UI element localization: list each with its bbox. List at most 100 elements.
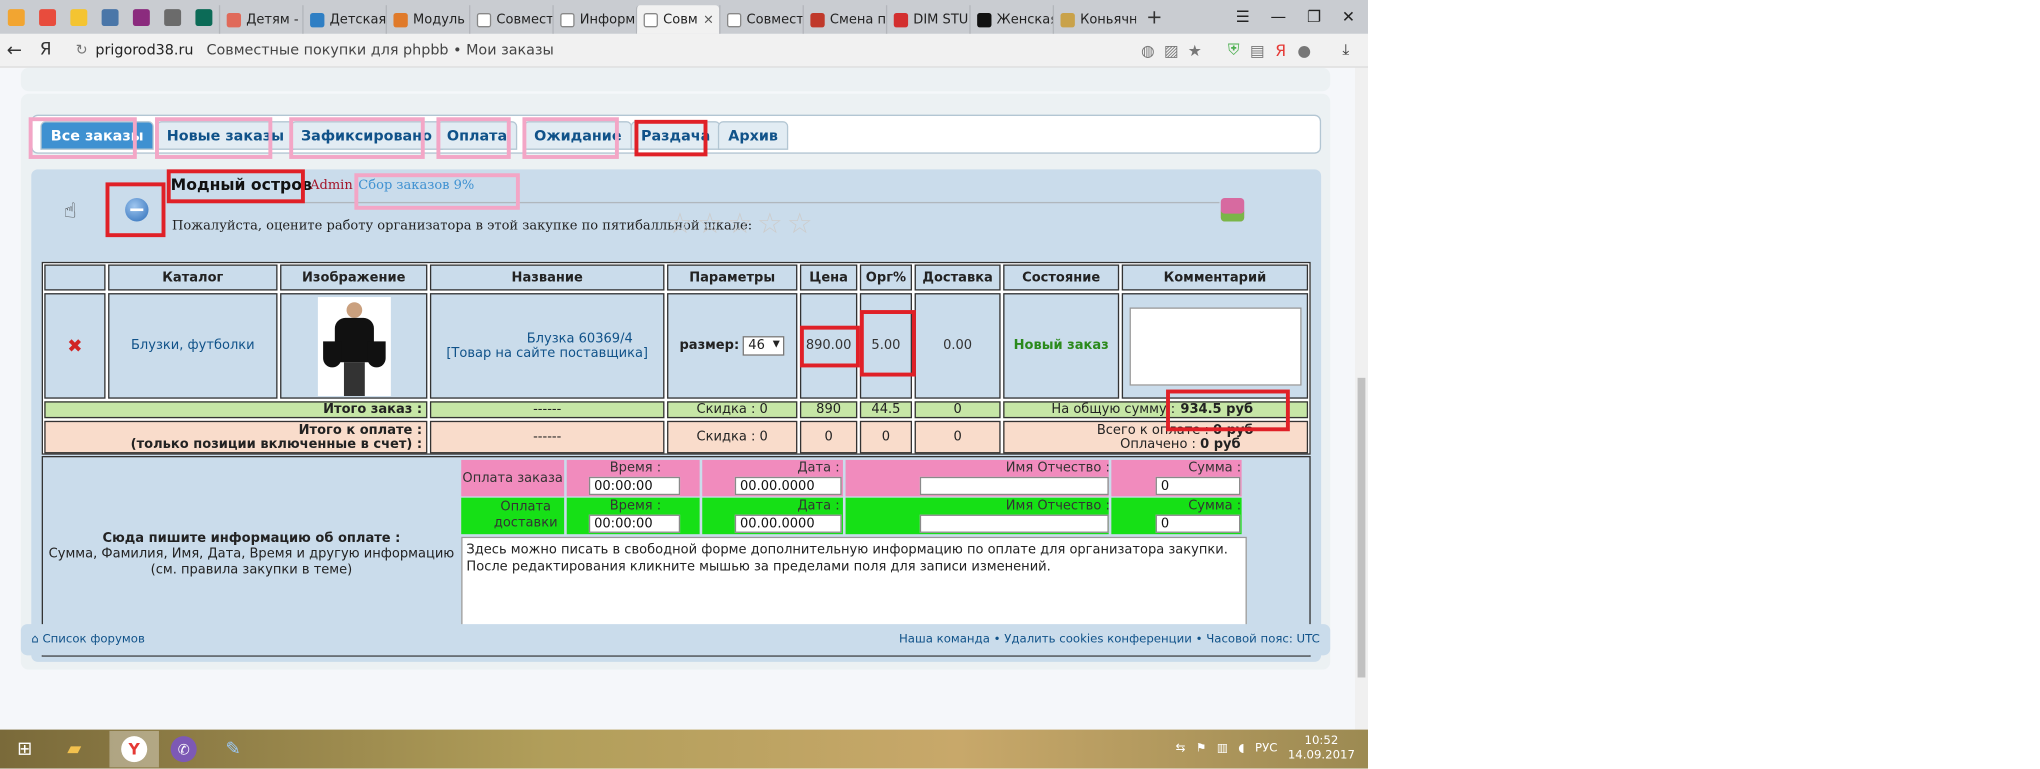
flag-icon[interactable]: ⚑ <box>1196 743 1207 756</box>
order-time-input[interactable]: 00:00:00 <box>588 476 681 496</box>
star-icon-2[interactable]: ☆ <box>697 210 726 240</box>
back-arrow-icon[interactable]: ← <box>0 40 29 61</box>
shop-name[interactable]: Модный остров <box>171 176 312 194</box>
order-date-input[interactable]: 00.00.0000 <box>734 476 842 496</box>
volume-icon[interactable]: ◖ <box>1238 743 1244 756</box>
scrollbar-thumb[interactable] <box>1357 377 1366 678</box>
url-host[interactable]: prigorod38.ru <box>95 42 193 59</box>
collapse-icon[interactable] <box>125 198 149 222</box>
clock[interactable]: 10:52 14.09.2017 <box>1288 735 1355 764</box>
pinned-tab[interactable] <box>31 0 62 34</box>
collection-link[interactable]: Сбор заказов 9% <box>358 178 474 192</box>
product-image[interactable] <box>317 296 391 396</box>
bookmark-star-icon[interactable]: ★ <box>1183 38 1206 61</box>
payment-info: Сюда пишите информацию об оплате : Сумма… <box>47 532 456 579</box>
browser-tab[interactable]: Совмест <box>469 5 552 34</box>
date-label: Дата : <box>797 461 840 476</box>
total-order-dashes: ------ <box>429 401 665 419</box>
tab-archive[interactable]: Архив <box>717 121 789 150</box>
order-payment-label: Оплата заказа <box>461 459 565 497</box>
delivery-date-input[interactable]: 00.00.0000 <box>734 514 842 533</box>
comment-textarea[interactable] <box>1128 306 1301 385</box>
pinned-tab[interactable] <box>94 0 125 34</box>
delete-icon[interactable]: ✖ <box>44 293 106 399</box>
shield-icon[interactable]: ⛨ <box>1222 38 1245 61</box>
delivery-name-input[interactable] <box>919 514 1109 533</box>
tab-favicon <box>726 12 742 27</box>
browser-tab[interactable]: Детская <box>302 5 386 34</box>
browser-tab-active[interactable]: Совм × <box>635 5 720 34</box>
refresh-icon[interactable]: ↻ <box>76 42 88 59</box>
tab-waiting[interactable]: Ожидание <box>523 121 633 150</box>
browser-tab[interactable]: Модуль <box>385 5 469 34</box>
privacy-icon[interactable]: ◍ <box>1136 38 1159 61</box>
network-icon[interactable]: ▥ <box>1217 743 1228 756</box>
tab-payment[interactable]: Оплата <box>436 121 518 150</box>
browser-tab[interactable]: Смена п <box>802 5 886 34</box>
tab-distribution[interactable]: Раздача <box>630 121 721 150</box>
pinned-tab[interactable] <box>63 0 94 34</box>
footer-links[interactable]: Наша команда • Удалить cookies конференц… <box>899 633 1320 646</box>
gift-icon[interactable] <box>1220 198 1245 222</box>
page-scrollbar[interactable] <box>1354 67 1368 730</box>
browser-tab[interactable]: Детям - <box>218 5 302 34</box>
windows-taskbar: ⊞ ▰ Y ✆ ✎ ⇆ ⚑ ▥ ◖ РУС 10:52 14.09.2017 <box>0 729 1368 769</box>
admin-link[interactable]: Admin <box>310 178 353 192</box>
delivery-time-input[interactable]: 00:00:00 <box>588 514 681 533</box>
menu-icon[interactable]: ☰ <box>1236 8 1250 26</box>
product-name[interactable]: Блузка 60369/4 <box>527 332 633 346</box>
close-window-icon[interactable]: ✕ <box>1342 8 1355 26</box>
tab-new-orders[interactable]: Новые заказы <box>156 121 295 150</box>
yandex-browser-icon[interactable]: Y <box>109 730 159 768</box>
supplier-link[interactable]: [Товар на сайте поставщика] <box>446 346 648 360</box>
size-select[interactable]: 46 ▼ <box>743 336 785 356</box>
restore-icon[interactable]: ❐ <box>1307 8 1321 26</box>
teamviewer-icon[interactable]: ⇆ <box>1176 743 1186 756</box>
hand-pointer-icon[interactable]: ☝ <box>64 198 77 223</box>
lightbulb-icon[interactable]: ● <box>1292 38 1315 61</box>
total-order-label: Итого заказ : <box>44 401 428 419</box>
url-page-title[interactable]: Совместные покупки для phpbb • Мои заказ… <box>206 42 553 59</box>
browser-tab[interactable]: Совмест <box>719 5 803 34</box>
star-icon-1[interactable]: ☆ <box>667 210 696 240</box>
pinned-tab[interactable] <box>156 0 187 34</box>
clock-date: 14.09.2017 <box>1287 749 1355 763</box>
browser-tab[interactable]: Женская <box>969 5 1053 34</box>
file-explorer-icon[interactable]: ▰ <box>50 731 100 767</box>
rating-prompt: Пожалуйста, оцените работу организатора … <box>171 218 753 234</box>
order-name-input[interactable] <box>919 476 1109 496</box>
lang-indicator[interactable]: РУС <box>1255 743 1277 756</box>
star-icon-3[interactable]: ☆ <box>727 210 756 240</box>
yandex-logo-icon[interactable]: Я <box>29 40 63 60</box>
minimize-icon[interactable]: — <box>1271 8 1287 26</box>
browser-tab[interactable]: DIM STU <box>885 5 969 34</box>
forum-list-link[interactable]: ⌂ Список форумов <box>31 633 145 646</box>
close-tab-icon[interactable]: × <box>703 12 714 26</box>
browser-tab[interactable]: Коньячн <box>1052 5 1136 34</box>
order-sum-input[interactable]: 0 <box>1155 476 1241 496</box>
param-label: размер: <box>679 338 740 354</box>
pinned-tab[interactable] <box>188 0 219 34</box>
tab-all-orders[interactable]: Все заказы <box>40 121 155 150</box>
pinned-icon <box>100 8 118 26</box>
pinned-icon <box>69 8 87 26</box>
tab-fixed[interactable]: Зафиксировано <box>290 121 443 150</box>
star-icon-5[interactable]: ☆ <box>787 210 816 240</box>
download-icon[interactable]: ⤓ <box>1334 38 1357 61</box>
windows-start-icon[interactable]: ⊞ <box>0 731 50 767</box>
translate-icon[interactable]: ▨ <box>1160 38 1183 61</box>
yandex-icon[interactable]: Я <box>1269 38 1292 61</box>
delivery-sum-input[interactable]: 0 <box>1155 514 1241 533</box>
extension-icon[interactable]: ▤ <box>1246 38 1269 61</box>
browser-tab[interactable]: Информ <box>552 5 635 34</box>
paint-icon[interactable]: ✎ <box>208 731 258 767</box>
header-divider <box>170 201 1220 204</box>
total-order-price: 890 <box>799 401 858 419</box>
pinned-tab[interactable] <box>125 0 156 34</box>
new-tab-button[interactable]: + <box>1136 5 1172 28</box>
top-panel <box>20 67 1331 92</box>
viber-icon[interactable]: ✆ <box>159 731 209 767</box>
star-icon-4[interactable]: ☆ <box>757 210 786 240</box>
pinned-tab[interactable] <box>0 0 31 34</box>
total-pay-discount: Скидка : 0 <box>667 420 798 454</box>
